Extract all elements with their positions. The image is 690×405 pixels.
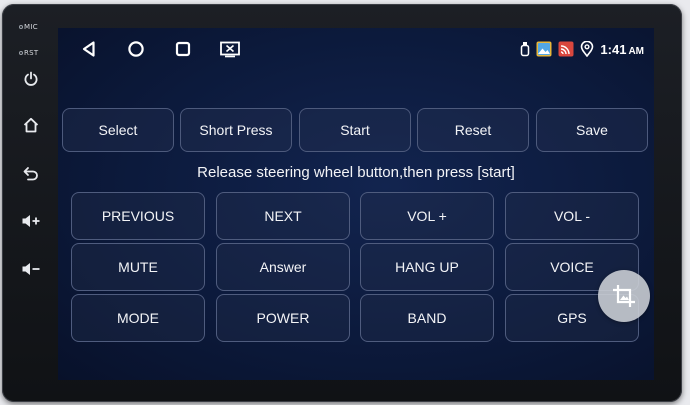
- cast-icon: [558, 41, 574, 57]
- screenshot-icon: [220, 41, 240, 58]
- volume-down-icon: [22, 263, 40, 275]
- power-button[interactable]: [20, 68, 42, 90]
- key-next[interactable]: NEXT: [216, 192, 350, 240]
- recents-square-icon: [175, 41, 191, 57]
- gallery-icon: [536, 41, 552, 57]
- power-icon: [24, 71, 38, 86]
- back-triangle-icon: [82, 41, 95, 57]
- home-circle-icon: [128, 41, 144, 57]
- rst-label: RST: [24, 49, 39, 57]
- left-bezel: MIC RST: [2, 4, 58, 402]
- status-icons: 1:41 AM: [520, 40, 644, 58]
- volume-up-icon: [22, 215, 40, 227]
- clock-time: 1:41: [600, 41, 627, 57]
- nav-back-button[interactable]: [78, 38, 100, 60]
- back-button[interactable]: [20, 162, 42, 184]
- key-band[interactable]: BAND: [360, 294, 494, 342]
- usb-icon: [521, 42, 530, 57]
- screen: 1:41 AM Select Short Press Start Reset Sa…: [58, 28, 654, 380]
- nav-recents-button[interactable]: [172, 38, 194, 60]
- home-button[interactable]: [20, 114, 42, 136]
- key-mute[interactable]: MUTE: [71, 243, 205, 291]
- instruction-text: Release steering wheel button,then press…: [197, 164, 515, 181]
- home-icon: [23, 117, 39, 133]
- steering-key-grid: PREVIOUS NEXT VOL + VOL - MUTE Answer HA…: [71, 192, 639, 344]
- clock-ampm: AM: [628, 45, 644, 57]
- image-crop-icon: [613, 285, 635, 307]
- mic-hole: [19, 25, 23, 29]
- reset-button[interactable]: Reset: [417, 108, 529, 152]
- nav-home-button[interactable]: [125, 38, 147, 60]
- reset-hole[interactable]: [19, 51, 23, 55]
- key-vol-up[interactable]: VOL +: [360, 192, 494, 240]
- key-hang-up[interactable]: HANG UP: [360, 243, 494, 291]
- head-unit-device: MIC RST 1:41 AM Select Short Press Start…: [2, 4, 682, 402]
- key-answer[interactable]: Answer: [216, 243, 350, 291]
- select-button[interactable]: Select: [62, 108, 174, 152]
- mode-button-row: Select Short Press Start Reset Save: [62, 108, 648, 152]
- back-icon: [23, 167, 38, 181]
- short-press-button[interactable]: Short Press: [180, 108, 292, 152]
- screenshot-button[interactable]: [218, 38, 242, 60]
- key-vol-down[interactable]: VOL -: [505, 192, 639, 240]
- key-previous[interactable]: PREVIOUS: [71, 192, 205, 240]
- clock: 1:41 AM: [600, 42, 644, 57]
- key-mode[interactable]: MODE: [71, 294, 205, 342]
- start-button[interactable]: Start: [299, 108, 411, 152]
- location-icon: [581, 41, 594, 57]
- save-button[interactable]: Save: [536, 108, 648, 152]
- volume-up-button[interactable]: [20, 210, 42, 232]
- key-power[interactable]: POWER: [216, 294, 350, 342]
- mic-label: MIC: [24, 23, 38, 31]
- status-bar: 1:41 AM: [58, 28, 654, 68]
- floating-image-button[interactable]: [598, 270, 650, 322]
- volume-down-button[interactable]: [20, 258, 42, 280]
